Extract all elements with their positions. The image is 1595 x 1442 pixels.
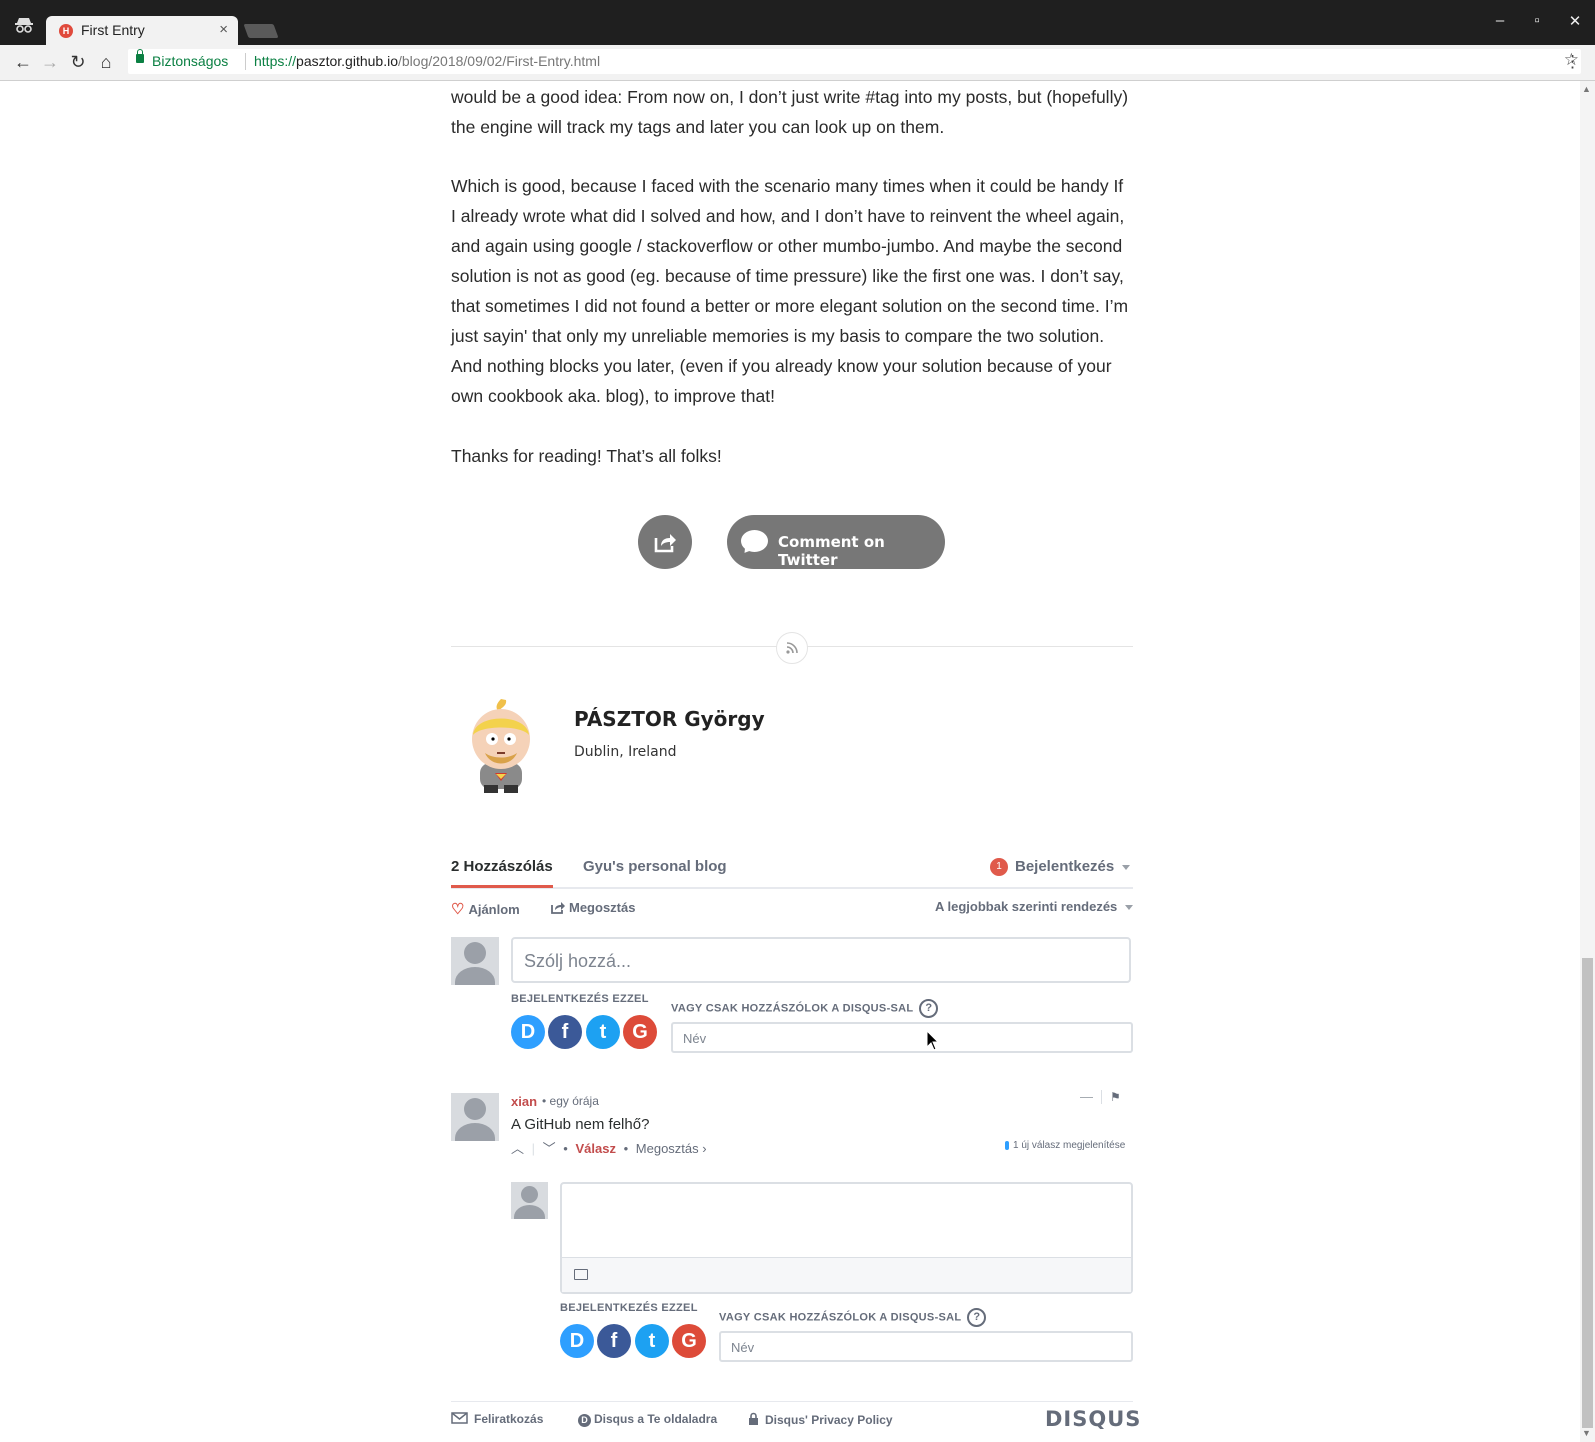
login-dropdown[interactable]: Bejelentkezés [1015, 858, 1131, 875]
subscribe-link[interactable]: Feliratkozás [451, 1412, 543, 1426]
comment-actions: ︿ | ﹀ • Válasz • Megosztás › [511, 1141, 707, 1156]
sort-label: A legjobbak szerinti rendezés [935, 899, 1118, 914]
comment-text: A GitHub nem felhő? [511, 1116, 650, 1133]
downvote-icon[interactable]: ﹀ [543, 1141, 556, 1156]
address-bar[interactable]: Biztonságos https://pasztor.github.io/bl… [128, 49, 1581, 74]
sort-dropdown[interactable]: A legjobbak szerinti rendezés [935, 899, 1134, 914]
login-label: Bejelentkezés [1015, 858, 1115, 875]
browser-toolbar: ← → ↻ ⌂ Biztonságos https://pasztor.gith… [0, 45, 1595, 81]
reply-toolbar [562, 1257, 1131, 1292]
author-avatar [451, 697, 551, 797]
comment-timestamp[interactable]: • egy órája [542, 1094, 599, 1108]
comment-on-twitter-button[interactable]: Comment on Twitter [727, 515, 945, 569]
new-replies-link[interactable]: 1 új válasz megjelenítése [1005, 1140, 1125, 1151]
maximize-button[interactable]: ▫ [1527, 12, 1547, 29]
recommend-button[interactable]: ♡ Ajánlom [451, 900, 520, 918]
chevron-down-icon [1122, 864, 1131, 870]
help-icon[interactable]: ? [919, 999, 939, 1018]
notification-badge[interactable]: 1 [990, 858, 1008, 876]
google-login-button[interactable]: G [623, 1015, 657, 1049]
login-with-heading: BEJELENTKEZÉS EZZEL [560, 1302, 698, 1314]
back-button[interactable]: ← [13, 52, 33, 73]
twitter-login-button[interactable]: t [586, 1015, 620, 1049]
share-icon [654, 534, 676, 553]
flag-icon[interactable]: ⚑ [1110, 1090, 1121, 1104]
lock-icon [749, 1412, 758, 1425]
article-paragraph: would be a good idea: From now on, I don… [451, 87, 1129, 137]
browser-titlebar: H First Entry × – ▫ ✕ [0, 0, 1595, 45]
comment-input[interactable]: Szólj hozzá... [511, 937, 1131, 983]
guest-heading: VAGY CSAK HOZZÁSZÓLOK A DISQUS-SAL? [719, 1308, 987, 1327]
scrollbar-thumb[interactable] [1582, 958, 1593, 1428]
twitter-button-label: Comment on Twitter [778, 533, 885, 569]
new-reply-indicator [1005, 1140, 1009, 1150]
active-tab-indicator [451, 885, 553, 888]
incognito-icon [14, 15, 34, 33]
article-paragraph: Thanks for reading! That’s all folks! [451, 446, 722, 466]
disqus-login-button[interactable]: D [511, 1015, 545, 1049]
share-thread-button[interactable]: Megosztás [551, 900, 635, 915]
browser-tab[interactable]: H First Entry × [46, 16, 238, 45]
home-button[interactable]: ⌂ [96, 52, 116, 73]
close-window-button[interactable]: ✕ [1565, 12, 1585, 30]
disqus-logo-icon: D [578, 1414, 591, 1427]
reload-button[interactable]: ↻ [68, 52, 88, 73]
collapse-comment-button[interactable]: — [1080, 1089, 1093, 1104]
facebook-login-button[interactable]: f [597, 1324, 631, 1358]
footer-divider [451, 1401, 1133, 1402]
new-tab-button[interactable] [243, 24, 279, 38]
user-avatar-placeholder [451, 937, 499, 985]
comment-author[interactable]: xian [511, 1094, 537, 1109]
reply-button[interactable]: Válasz [575, 1141, 615, 1156]
tab-title: First Entry [81, 22, 145, 38]
speech-bubble-icon [741, 530, 768, 552]
share-icon [551, 902, 565, 914]
site-favicon-icon: H [59, 24, 73, 38]
share-label: Megosztás [569, 900, 636, 915]
google-login-button[interactable]: G [672, 1324, 706, 1358]
chevron-down-icon [1125, 905, 1134, 911]
lock-icon [136, 49, 144, 63]
help-icon[interactable]: ? [967, 1308, 987, 1327]
tab-close-button[interactable]: × [219, 21, 228, 38]
author-location: Dublin, Ireland [574, 744, 677, 760]
secure-label: Biztonságos [152, 53, 229, 69]
login-with-heading: BEJELENTKEZÉS EZZEL [511, 993, 649, 1005]
facebook-login-button[interactable]: f [548, 1015, 582, 1049]
tab-community[interactable]: Gyu's personal blog [583, 858, 727, 875]
header-separator [1101, 1090, 1102, 1104]
privacy-policy-link[interactable]: Disqus' Privacy Policy [748, 1412, 893, 1427]
url-text[interactable]: https://pasztor.github.io/blog/2018/09/0… [254, 53, 600, 69]
scroll-up-arrow[interactable]: ▲ [1582, 84, 1591, 94]
minimize-button[interactable]: – [1490, 12, 1510, 29]
tabs-divider [451, 887, 1133, 889]
twitter-login-button[interactable]: t [635, 1324, 669, 1358]
reply-avatar-placeholder [511, 1182, 548, 1219]
browser-menu-icon[interactable]: ⋮ [1564, 52, 1581, 72]
heart-icon: ♡ [451, 901, 465, 918]
upvote-icon[interactable]: ︿ [511, 1141, 524, 1156]
disqus-login-button[interactable]: D [560, 1324, 594, 1358]
name-field[interactable]: Név [671, 1022, 1133, 1053]
reply-textarea[interactable] [560, 1182, 1133, 1294]
rss-icon[interactable] [776, 632, 808, 664]
address-separator [245, 53, 246, 70]
image-upload-icon[interactable] [574, 1269, 588, 1280]
name-field[interactable]: Név [719, 1331, 1133, 1362]
author-name: PÁSZTOR György [574, 707, 765, 731]
mouse-cursor-icon [926, 1030, 940, 1051]
guest-heading: VAGY CSAK HOZZÁSZÓLOK A DISQUS-SAL? [671, 999, 939, 1018]
mail-icon [451, 1412, 468, 1424]
article-paragraph: Which is good, because I faced with the … [451, 176, 1129, 406]
recommend-label: Ajánlom [468, 902, 520, 917]
disqus-logo[interactable]: DISQUS [1045, 1407, 1141, 1431]
scroll-down-arrow[interactable]: ▼ [1582, 1428, 1591, 1438]
share-button[interactable] [638, 515, 692, 569]
add-disqus-link[interactable]: D Disqus a Te oldaladra [578, 1412, 717, 1427]
commenter-avatar [451, 1093, 499, 1141]
tab-comments[interactable]: 2 Hozzászólás [451, 858, 553, 875]
forward-button[interactable]: → [40, 52, 60, 73]
comment-share-button[interactable]: Megosztás › [636, 1141, 707, 1156]
